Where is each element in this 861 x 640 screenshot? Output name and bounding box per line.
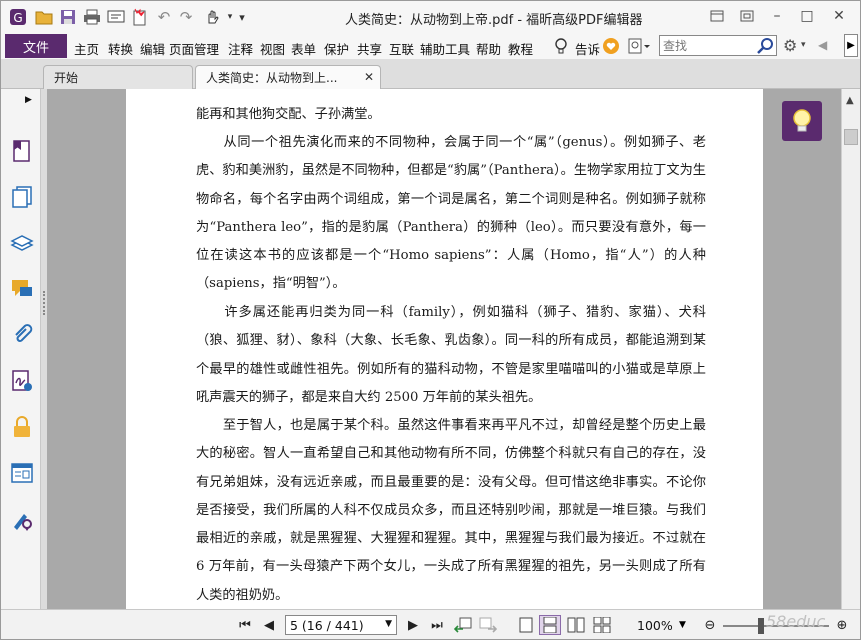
save-icon[interactable] (59, 8, 77, 26)
certificate-icon[interactable] (10, 507, 34, 531)
next-page-icon[interactable]: ▶ (403, 615, 423, 635)
sidebar-resize-handle[interactable] (43, 291, 46, 315)
heart-icon[interactable] (602, 37, 620, 59)
print-icon[interactable] (83, 8, 101, 26)
page-thumbnails-icon[interactable] (10, 185, 34, 209)
menu-connect[interactable]: 互联 (389, 39, 414, 58)
document-view[interactable]: 能再和其他狗交配、子孙满堂。 从同一个祖先演化而来的不同物种，会属于同一个“属”… (47, 89, 841, 609)
comments-icon[interactable] (10, 277, 34, 301)
paragraph-2: 从同一个祖先演化而来的不同物种，会属于同一个“属”（genus）。例如狮子、老虎… (196, 135, 706, 292)
zoom-level[interactable]: 100% (637, 618, 673, 633)
menu-help[interactable]: 帮助 (476, 39, 501, 58)
tell-me-label[interactable]: 告诉 (575, 39, 600, 58)
new-document-icon[interactable] (131, 8, 149, 26)
zoom-out-icon[interactable]: ⊖ (701, 615, 719, 635)
ribbon-scroll-right-icon[interactable]: ▶ (844, 34, 858, 57)
layers-icon[interactable] (10, 231, 34, 255)
previous-page-icon[interactable]: ◀ (259, 615, 279, 635)
page-number-value: 5 (16 / 441) (290, 617, 364, 633)
continuous-facing-view-icon[interactable] (592, 615, 612, 635)
status-bar: ⏮ ◀ 5 (16 / 441) ▼ ▶ ⏭ 100% ▼ ⊖ ⊕ 58educ (1, 609, 860, 639)
bookmark-icon[interactable] (10, 139, 34, 163)
page-select-chevron-down-icon: ▼ (385, 619, 392, 629)
search-input[interactable] (660, 36, 756, 55)
menu-edit[interactable]: 编辑 (140, 39, 165, 58)
menu-comment[interactable]: 注释 (228, 39, 253, 58)
navigation-sidebar: ▶ (1, 89, 41, 609)
form-fields-icon[interactable] (10, 461, 34, 485)
more-icon[interactable]: ▾ (233, 8, 251, 26)
find-options-icon[interactable] (628, 38, 652, 58)
tips-button[interactable] (782, 101, 822, 141)
lock-icon[interactable] (10, 415, 34, 439)
pdf-page: 能再和其他狗交配、子孙满堂。 从同一个祖先演化而来的不同物种，会属于同一个“属”… (126, 89, 763, 609)
hand-tool-icon[interactable] (203, 8, 221, 26)
window-title: 人类简史：从动物到上帝.pdf - 福昕高级PDF编辑器 (345, 13, 643, 28)
menu-accessibility-tools[interactable]: 辅助工具 (420, 39, 470, 58)
next-view-icon[interactable] (478, 615, 498, 635)
app-logo-icon: G (9, 8, 27, 26)
lightbulb-tip-icon (793, 109, 811, 132)
signature-icon[interactable] (10, 369, 34, 393)
tab-start-label: 开始 (54, 71, 79, 85)
menu-page-management[interactable]: 页面管理 (169, 39, 219, 58)
menu-home[interactable]: 主页 (74, 39, 99, 58)
file-menu[interactable]: 文件 (5, 34, 67, 58)
zoom-chevron-down-icon[interactable]: ▼ (679, 620, 686, 630)
minimize-button[interactable]: – (765, 6, 789, 26)
zoom-slider-thumb[interactable] (758, 618, 765, 634)
attachment-icon[interactable] (10, 323, 34, 347)
scroll-up-icon[interactable]: ▲ (846, 95, 854, 106)
maximize-button[interactable]: □ (795, 6, 819, 26)
open-folder-icon[interactable] (35, 8, 53, 26)
last-page-icon[interactable]: ⏭ (427, 615, 447, 635)
pdf-editor-window: G ↶ ↷ ▾ ▾ 人类简史：从动物到上帝.pdf - 福昕高级PDF编辑器 –… (0, 0, 861, 640)
menu-protect[interactable]: 保护 (324, 39, 349, 58)
menu-view[interactable]: 视图 (260, 39, 285, 58)
first-page-icon[interactable]: ⏮ (235, 615, 255, 635)
menu-form[interactable]: 表单 (291, 39, 316, 58)
menu-tutorial[interactable]: 教程 (508, 39, 533, 58)
watermark-text: 58educ (766, 612, 826, 631)
zoom-in-icon[interactable]: ⊕ (833, 615, 851, 635)
settings-chevron-down-icon[interactable]: ▾ (801, 40, 806, 50)
page-number-select[interactable]: 5 (16 / 441) ▼ (285, 615, 397, 635)
menu-share[interactable]: 共享 (357, 39, 382, 58)
close-icon[interactable]: ✕ (364, 70, 374, 84)
search-icon[interactable] (757, 37, 774, 58)
close-button[interactable]: ✕ (827, 6, 851, 26)
tab-document-label: 人类简史：从动物到上... (206, 71, 338, 85)
document-tab-bar: 开始 人类简史：从动物到上... ✕ (1, 59, 860, 89)
previous-view-icon[interactable] (453, 615, 473, 635)
scroll-thumb[interactable] (844, 129, 858, 145)
restore-window-icon[interactable] (735, 6, 759, 26)
paragraph-1: 能再和其他狗交配、子孙满堂。 (196, 107, 381, 122)
screen-icon[interactable] (107, 8, 125, 26)
tab-start[interactable]: 开始 (43, 65, 193, 89)
tab-document[interactable]: 人类简史：从动物到上... ✕ (195, 65, 381, 89)
undo-icon[interactable]: ↶ (155, 8, 173, 26)
gear-icon[interactable]: ⚙ (783, 36, 797, 55)
redo-icon[interactable]: ↷ (177, 8, 195, 26)
continuous-view-icon[interactable] (539, 615, 561, 635)
title-bar: G ↶ ↷ ▾ ▾ 人类简史：从动物到上帝.pdf - 福昕高级PDF编辑器 –… (1, 1, 860, 33)
paragraph-3: 许多属还能再归类为同一科（family），例如猫科（狮子、猎豹、家猫）、犬科（狼… (196, 305, 706, 405)
single-page-view-icon[interactable] (516, 615, 536, 635)
expand-sidebar-icon[interactable]: ▶ (25, 95, 32, 105)
ribbon-toggle-icon[interactable] (705, 6, 729, 26)
ribbon-scroll-left-icon[interactable]: ◀ (818, 38, 827, 52)
svg-text:G: G (13, 11, 22, 25)
menu-bar: 文件 主页 转换 编辑 页面管理 注释 视图 表单 保护 共享 互联 辅助工具 … (1, 33, 860, 59)
paragraph-4: 至于智人，也是属于某个科。虽然这件事看来再平凡不过，却曾经是整个历史上最大的秘密… (196, 418, 706, 603)
menu-convert[interactable]: 转换 (108, 39, 133, 58)
lightbulb-icon[interactable] (554, 37, 568, 59)
search-box (659, 35, 777, 56)
vertical-scrollbar[interactable]: ▲ (841, 89, 860, 609)
facing-view-icon[interactable] (566, 615, 586, 635)
